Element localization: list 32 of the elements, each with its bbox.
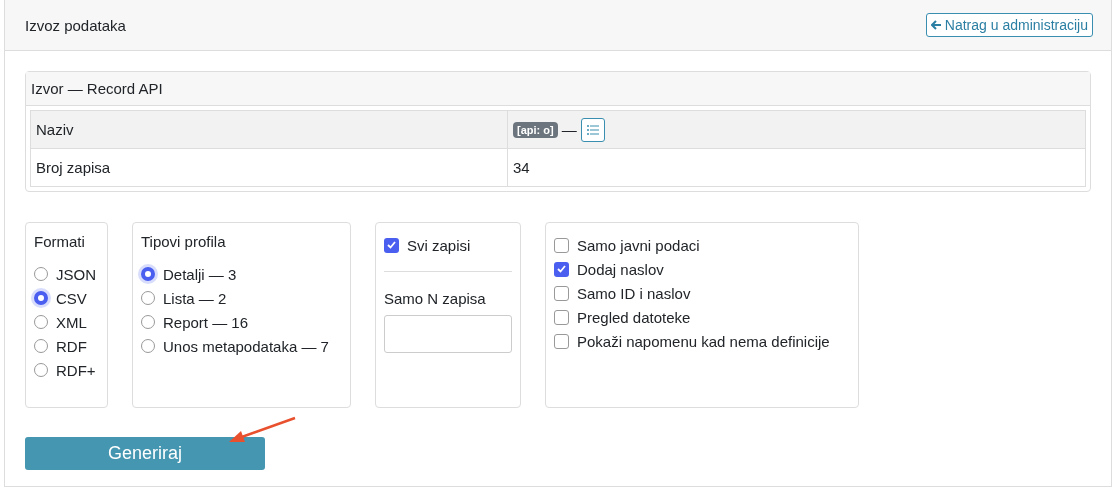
option-checkbox[interactable]: Samo ID i naslov (554, 281, 850, 305)
checkmark-icon (557, 265, 566, 273)
option-checkbox[interactable]: Pregled datoteke (554, 305, 850, 329)
arrow-left-icon (930, 20, 942, 30)
format-option[interactable]: RDF+ (34, 358, 99, 382)
group-title: Tipovi profila (141, 233, 227, 250)
profile-option[interactable]: Report — 16 (141, 310, 342, 334)
all-records-checkbox[interactable]: Svi zapisi (384, 233, 512, 257)
format-option[interactable]: CSV (34, 286, 99, 310)
checkmark-icon (387, 241, 396, 249)
table-cell-text: Naziv (35, 120, 75, 140)
option-checkbox[interactable]: Pokaži napomenu kad nema definicije (554, 329, 850, 353)
back-button[interactable]: Natrag u administraciju (925, 13, 1093, 37)
table-cell: 34 (507, 149, 1085, 186)
api-badge: [api: o] (513, 121, 558, 138)
format-option[interactable]: JSON (34, 262, 99, 286)
option-checkbox[interactable]: Dodaj naslov (554, 257, 850, 281)
record-count-field[interactable] (384, 315, 512, 353)
dash-text: — (561, 121, 577, 138)
table-cell-text: Broj zapisa (35, 158, 112, 178)
format-option[interactable]: XML (34, 310, 99, 334)
group-title: Formati (34, 233, 86, 250)
field-label: Samo N zapisa (384, 290, 487, 307)
profile-option[interactable]: Lista — 2 (141, 286, 342, 310)
format-option[interactable]: RDF (34, 334, 99, 358)
list-button[interactable] (580, 117, 605, 142)
page-title: Izvoz podataka (25, 16, 126, 34)
list-icon (586, 124, 599, 135)
option-checkbox[interactable]: Samo javni podaci (554, 233, 850, 257)
profile-option[interactable]: Detalji — 3 (141, 262, 342, 286)
source-title: Izvor — Record API (26, 72, 1090, 106)
profile-option[interactable]: Unos metapodataka — 7 (141, 334, 342, 358)
